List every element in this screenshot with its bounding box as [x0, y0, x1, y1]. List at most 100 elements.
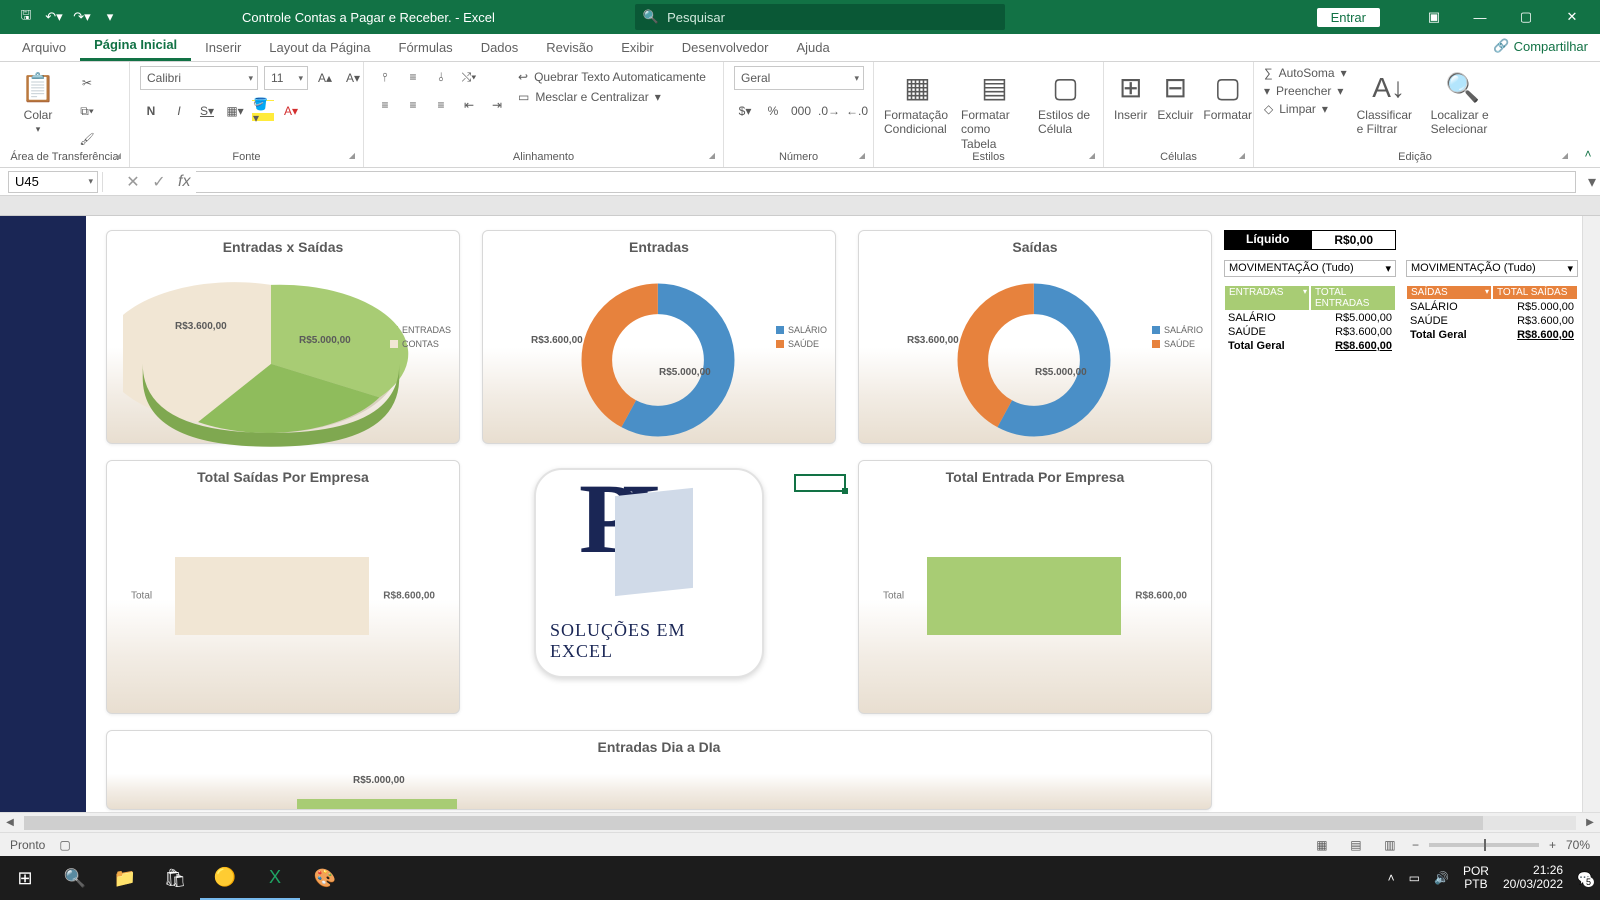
format-cells-button[interactable]: ▢Formatar [1203, 66, 1252, 122]
number-format-select[interactable]: Geral [734, 66, 864, 90]
dashboard-canvas[interactable]: Entradas x Saídas R$3.600,00 [86, 216, 1582, 812]
percent-icon[interactable]: % [762, 100, 784, 122]
scroll-left-icon[interactable]: ◀ [0, 817, 20, 828]
format-as-table-button[interactable]: ▤Formatar como Tabela [961, 66, 1028, 151]
align-top-icon[interactable]: ⫯ [374, 66, 396, 88]
format-painter-icon[interactable]: 🖌 [76, 128, 98, 150]
expand-formula-bar-icon[interactable]: ▾ [1584, 172, 1600, 192]
increase-font-icon[interactable]: A▴ [314, 67, 336, 89]
vertical-scrollbar[interactable] [1582, 216, 1600, 812]
store-icon[interactable]: 🛍 [150, 856, 200, 900]
align-bottom-icon[interactable]: ⫰ [430, 66, 452, 88]
paint-icon[interactable]: 🎨 [300, 856, 350, 900]
tab-pagina-inicial[interactable]: Página Inicial [80, 31, 191, 61]
tab-revisao[interactable]: Revisão [532, 34, 607, 61]
ribbon-display-icon[interactable]: ▣ [1412, 0, 1456, 34]
tray-language[interactable]: POR PTB [1463, 865, 1489, 891]
zoom-level[interactable]: 70% [1566, 838, 1590, 852]
scroll-right-icon[interactable]: ▶ [1580, 817, 1600, 828]
undo-icon[interactable]: ↶▾ [42, 5, 66, 29]
name-box[interactable]: U45 [8, 171, 98, 193]
pivot-header-saidas[interactable]: SAÍDAS▾ [1406, 285, 1492, 300]
wrap-text-button[interactable]: ↩ Quebrar Texto Automaticamente [518, 70, 706, 84]
chart-saidas[interactable]: Saídas R$3.600,00 R$5.000,00 SALÁRIO SAÚ… [858, 230, 1212, 444]
underline-button[interactable]: S▾ [196, 100, 218, 122]
redo-icon[interactable]: ↷▾ [70, 5, 94, 29]
maximize-icon[interactable]: ▢ [1504, 0, 1548, 34]
search-task-icon[interactable]: 🔍 [50, 856, 100, 900]
chart-entradas-dia-a-dia[interactable]: Entradas Dia a DIa R$5.000,00 [106, 730, 1212, 810]
normal-view-icon[interactable]: ▦ [1310, 835, 1334, 855]
chart-total-saidas-empresa[interactable]: Total Saídas Por Empresa Total R$8.600,0… [106, 460, 460, 714]
qat-customize-icon[interactable]: ▾ [98, 5, 122, 29]
zoom-in-icon[interactable]: + [1549, 838, 1556, 852]
close-icon[interactable]: ✕ [1550, 0, 1594, 34]
sign-in-button[interactable]: Entrar [1317, 8, 1380, 27]
sort-filter-button[interactable]: A↓Classificar e Filtrar [1357, 66, 1421, 137]
tray-display-icon[interactable]: ▭ [1409, 871, 1420, 885]
tray-clock[interactable]: 21:26 20/03/2022 [1503, 864, 1563, 892]
align-right-icon[interactable]: ≡ [430, 94, 452, 116]
tab-exibir[interactable]: Exibir [607, 34, 668, 61]
currency-icon[interactable]: $▾ [734, 100, 756, 122]
formula-input[interactable] [196, 171, 1576, 193]
search-box[interactable]: 🔍 Pesquisar [635, 4, 1005, 30]
tray-volume-icon[interactable]: 🔊 [1434, 871, 1449, 885]
bold-button[interactable]: N [140, 100, 162, 122]
tab-desenvolvedor[interactable]: Desenvolvedor [668, 34, 783, 61]
start-icon[interactable]: ⊞ [0, 856, 50, 900]
zoom-slider[interactable] [1429, 843, 1539, 847]
increase-decimal-icon[interactable]: .0→ [818, 100, 840, 122]
minimize-icon[interactable]: — [1458, 0, 1502, 34]
save-icon[interactable]: 🖫 [14, 5, 38, 29]
decrease-indent-icon[interactable]: ⇤ [458, 94, 480, 116]
font-size-select[interactable]: 11 [264, 66, 308, 90]
cut-icon[interactable]: ✂ [76, 72, 98, 94]
fx-icon[interactable]: fx [178, 173, 190, 191]
increase-indent-icon[interactable]: ⇥ [486, 94, 508, 116]
font-color-button[interactable]: A▾ [280, 100, 302, 122]
enter-formula-icon[interactable]: ✓ [146, 172, 172, 192]
copy-icon[interactable]: ⧉▾ [76, 100, 98, 122]
find-select-button[interactable]: 🔍Localizar e Selecionar [1431, 66, 1495, 137]
notifications-icon[interactable]: 💬5 [1577, 871, 1592, 885]
collapse-ribbon-icon[interactable]: ˄ [1576, 62, 1600, 167]
selected-cell[interactable] [794, 474, 846, 492]
decrease-decimal-icon[interactable]: ←.0 [846, 100, 868, 122]
tab-formulas[interactable]: Fórmulas [385, 34, 467, 61]
chart-entradas-x-saidas[interactable]: Entradas x Saídas R$3.600,00 [106, 230, 460, 444]
tab-arquivo[interactable]: Arquivo [8, 34, 80, 61]
chart-total-entrada-empresa[interactable]: Total Entrada Por Empresa Total R$8.600,… [858, 460, 1212, 714]
mov-filter-saidas[interactable]: MOVIMENTAÇÃO (Tudo)▾ [1406, 260, 1578, 277]
chrome-icon[interactable]: 🟡 [200, 856, 250, 900]
insert-cells-button[interactable]: ⊞Inserir [1114, 66, 1147, 122]
explorer-icon[interactable]: 📁 [100, 856, 150, 900]
paste-button[interactable]: 📋Colar▾ [10, 66, 66, 135]
mov-filter-entradas[interactable]: MOVIMENTAÇÃO (Tudo)▾ [1224, 260, 1396, 277]
cell-styles-button[interactable]: ▢Estilos de Célula [1038, 66, 1093, 137]
comma-icon[interactable]: 000 [790, 100, 812, 122]
fill-button[interactable]: ▾ Preencher ▾ [1264, 84, 1347, 98]
borders-button[interactable]: ▦▾ [224, 100, 246, 122]
page-layout-view-icon[interactable]: ▤ [1344, 835, 1368, 855]
align-center-icon[interactable]: ≡ [402, 94, 424, 116]
tab-ajuda[interactable]: Ajuda [782, 34, 843, 61]
orientation-icon[interactable]: ⤭▾ [458, 66, 480, 88]
merge-center-button[interactable]: ▭ Mesclar e Centralizar ▾ [518, 90, 706, 104]
font-family-select[interactable]: Calibri [140, 66, 258, 90]
fill-color-button[interactable]: 🪣▾ [252, 100, 274, 122]
delete-cells-button[interactable]: ⊟Excluir [1157, 66, 1193, 122]
clear-button[interactable]: ◇ Limpar ▾ [1264, 102, 1347, 116]
share-button[interactable]: 🔗 Compartilhar [1493, 38, 1588, 54]
zoom-out-icon[interactable]: − [1412, 838, 1419, 852]
align-middle-icon[interactable]: ≡ [402, 66, 424, 88]
italic-button[interactable]: I [168, 100, 190, 122]
tab-inserir[interactable]: Inserir [191, 34, 255, 61]
tray-chevron-icon[interactable]: ˄ [1388, 871, 1395, 885]
horizontal-scrollbar[interactable] [24, 816, 1576, 830]
excel-task-icon[interactable]: X [250, 856, 300, 900]
autosum-button[interactable]: ∑ AutoSoma ▾ [1264, 66, 1347, 80]
tab-layout[interactable]: Layout da Página [255, 34, 384, 61]
column-headers[interactable] [0, 196, 1600, 216]
macro-record-icon[interactable]: ▢ [59, 838, 70, 852]
